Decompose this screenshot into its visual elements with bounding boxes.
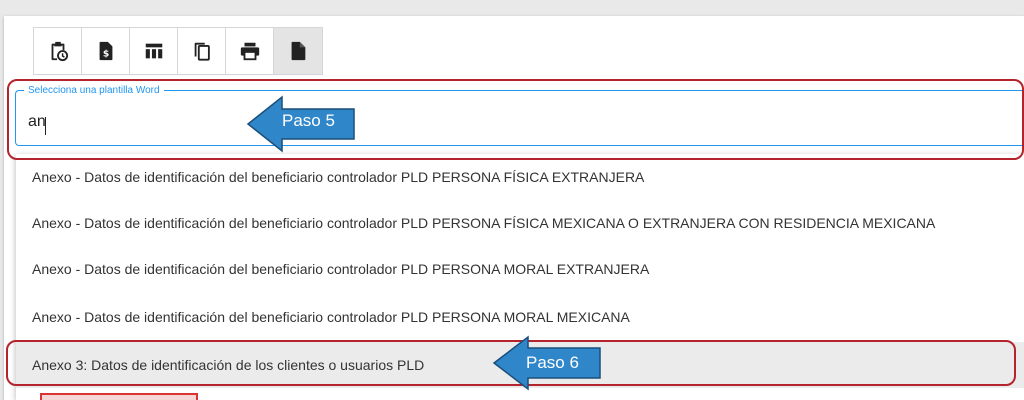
table-columns-button[interactable] bbox=[130, 28, 178, 74]
option-label: Anexo - Datos de identificación del bene… bbox=[32, 309, 630, 325]
step-6-label: Paso 6 bbox=[526, 353, 579, 372]
option-label: Anexo - Datos de identificación del bene… bbox=[32, 261, 650, 277]
dollar-document-button[interactable]: $ bbox=[82, 28, 130, 74]
option-label: Anexo - Datos de identificación del bene… bbox=[32, 215, 936, 231]
dollar-document-icon: $ bbox=[99, 41, 112, 61]
option-label: Anexo 3: Datos de identificación de los … bbox=[32, 357, 425, 373]
list-item-highlighted[interactable]: Anexo 3: Datos de identificación de los … bbox=[16, 342, 1024, 388]
print-icon bbox=[240, 42, 259, 61]
option-label: Anexo - Datos de identificación del bene… bbox=[32, 169, 645, 185]
list-item[interactable]: Anexo - Datos de identificación del bene… bbox=[16, 294, 1024, 340]
template-options-list: Anexo - Datos de identificación del bene… bbox=[16, 154, 1024, 400]
template-select-field[interactable]: Selecciona una plantilla Word bbox=[15, 84, 1024, 146]
print-button[interactable] bbox=[226, 28, 274, 74]
partially-hidden-button bbox=[40, 393, 198, 400]
table-columns-icon bbox=[145, 43, 162, 59]
document-icon bbox=[291, 41, 306, 61]
word-template-button[interactable] bbox=[274, 28, 322, 74]
copy-icon bbox=[194, 42, 210, 61]
step-5-label: Paso 5 bbox=[282, 111, 335, 130]
text-caret bbox=[45, 117, 46, 135]
svg-text:$: $ bbox=[102, 49, 108, 60]
copy-button[interactable] bbox=[178, 28, 226, 74]
list-item[interactable]: Anexo - Datos de identificación del bene… bbox=[16, 246, 1024, 292]
template-select-label: Selecciona una plantilla Word bbox=[24, 84, 164, 97]
clipboard-clock-icon bbox=[51, 41, 68, 62]
toolbar: $ bbox=[33, 27, 323, 75]
list-item[interactable]: Anexo - Datos de identificación del bene… bbox=[16, 154, 1024, 200]
list-item[interactable]: Anexo - Datos de identificación del bene… bbox=[16, 200, 1024, 246]
template-search-input[interactable] bbox=[28, 109, 928, 135]
clipboard-clock-button[interactable] bbox=[34, 28, 82, 74]
